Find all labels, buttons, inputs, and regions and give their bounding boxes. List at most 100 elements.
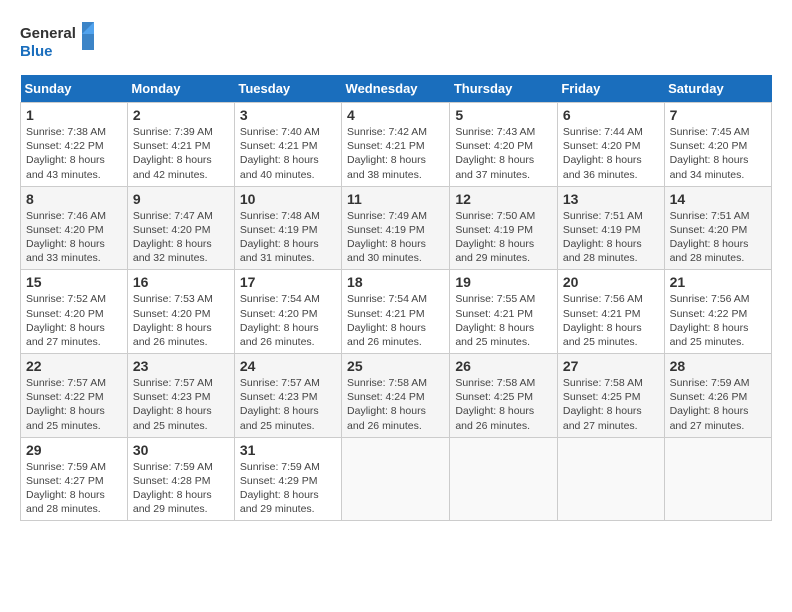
day-number: 13 xyxy=(563,191,659,207)
day-number: 8 xyxy=(26,191,122,207)
day-info: Sunrise: 7:56 AM Sunset: 4:22 PM Dayligh… xyxy=(670,292,766,349)
calendar-week-row: 15 Sunrise: 7:52 AM Sunset: 4:20 PM Dayli… xyxy=(21,270,772,354)
day-number: 28 xyxy=(670,358,766,374)
day-info: Sunrise: 7:57 AM Sunset: 4:23 PM Dayligh… xyxy=(133,376,229,433)
day-info: Sunrise: 7:51 AM Sunset: 4:20 PM Dayligh… xyxy=(670,209,766,266)
day-info: Sunrise: 7:48 AM Sunset: 4:19 PM Dayligh… xyxy=(240,209,336,266)
calendar-day-cell: 25Sunrise: 7:58 AM Sunset: 4:24 PM Dayli… xyxy=(342,354,450,438)
day-info: Sunrise: 7:58 AM Sunset: 4:25 PM Dayligh… xyxy=(455,376,552,433)
day-number: 11 xyxy=(347,191,444,207)
calendar-empty-cell xyxy=(450,437,558,521)
calendar-day-cell: 7 Sunrise: 7:45 AM Sunset: 4:20 PM Daylig… xyxy=(664,103,771,187)
calendar-day-cell: 29 Sunrise: 7:59 AM Sunset: 4:27 PM Dayli… xyxy=(21,437,128,521)
day-number: 26 xyxy=(455,358,552,374)
logo-svg: General Blue xyxy=(20,20,100,65)
calendar-table: SundayMondayTuesdayWednesdayThursdayFrid… xyxy=(20,75,772,521)
calendar-day-cell: 12 Sunrise: 7:50 AM Sunset: 4:19 PM Dayli… xyxy=(450,186,558,270)
calendar-body: 1Sunrise: 7:38 AM Sunset: 4:22 PM Daylig… xyxy=(21,103,772,521)
svg-text:General: General xyxy=(20,25,76,42)
day-info: Sunrise: 7:38 AM Sunset: 4:22 PM Dayligh… xyxy=(26,125,122,182)
day-info: Sunrise: 7:54 AM Sunset: 4:21 PM Dayligh… xyxy=(347,292,444,349)
calendar-day-cell: 10 Sunrise: 7:48 AM Sunset: 4:19 PM Dayli… xyxy=(234,186,341,270)
day-number: 5 xyxy=(455,107,552,123)
day-number: 2 xyxy=(133,107,229,123)
calendar-empty-cell xyxy=(557,437,664,521)
day-number: 29 xyxy=(26,442,122,458)
day-number: 22 xyxy=(26,358,122,374)
weekday-header-saturday: Saturday xyxy=(664,75,771,103)
day-number: 19 xyxy=(455,274,552,290)
calendar-empty-cell xyxy=(664,437,771,521)
calendar-day-cell: 11 Sunrise: 7:49 AM Sunset: 4:19 PM Dayli… xyxy=(342,186,450,270)
calendar-week-row: 1Sunrise: 7:38 AM Sunset: 4:22 PM Daylig… xyxy=(21,103,772,187)
calendar-empty-cell xyxy=(342,437,450,521)
day-info: Sunrise: 7:42 AM Sunset: 4:21 PM Dayligh… xyxy=(347,125,444,182)
day-number: 14 xyxy=(670,191,766,207)
weekday-header-monday: Monday xyxy=(127,75,234,103)
calendar-day-cell: 5 Sunrise: 7:43 AM Sunset: 4:20 PM Daylig… xyxy=(450,103,558,187)
day-info: Sunrise: 7:58 AM Sunset: 4:24 PM Dayligh… xyxy=(347,376,444,433)
svg-text:Blue: Blue xyxy=(20,43,53,60)
logo: General Blue xyxy=(20,20,100,65)
day-info: Sunrise: 7:49 AM Sunset: 4:19 PM Dayligh… xyxy=(347,209,444,266)
day-number: 6 xyxy=(563,107,659,123)
day-info: Sunrise: 7:50 AM Sunset: 4:19 PM Dayligh… xyxy=(455,209,552,266)
weekday-header-sunday: Sunday xyxy=(21,75,128,103)
calendar-day-cell: 30 Sunrise: 7:59 AM Sunset: 4:28 PM Dayli… xyxy=(127,437,234,521)
day-info: Sunrise: 7:53 AM Sunset: 4:20 PM Dayligh… xyxy=(133,292,229,349)
day-number: 18 xyxy=(347,274,444,290)
day-info: Sunrise: 7:47 AM Sunset: 4:20 PM Dayligh… xyxy=(133,209,229,266)
day-info: Sunrise: 7:57 AM Sunset: 4:23 PM Dayligh… xyxy=(240,376,336,433)
calendar-day-cell: 21 Sunrise: 7:56 AM Sunset: 4:22 PM Dayli… xyxy=(664,270,771,354)
day-number: 31 xyxy=(240,442,336,458)
weekday-header-friday: Friday xyxy=(557,75,664,103)
day-info: Sunrise: 7:54 AM Sunset: 4:20 PM Dayligh… xyxy=(240,292,336,349)
day-number: 30 xyxy=(133,442,229,458)
day-info: Sunrise: 7:52 AM Sunset: 4:20 PM Dayligh… xyxy=(26,292,122,349)
calendar-day-cell: 4 Sunrise: 7:42 AM Sunset: 4:21 PM Daylig… xyxy=(342,103,450,187)
calendar-day-cell: 8 Sunrise: 7:46 AM Sunset: 4:20 PM Daylig… xyxy=(21,186,128,270)
day-info: Sunrise: 7:55 AM Sunset: 4:21 PM Dayligh… xyxy=(455,292,552,349)
calendar-day-cell: 16Sunrise: 7:53 AM Sunset: 4:20 PM Dayli… xyxy=(127,270,234,354)
calendar-day-cell: 13Sunrise: 7:51 AM Sunset: 4:19 PM Dayli… xyxy=(557,186,664,270)
day-info: Sunrise: 7:57 AM Sunset: 4:22 PM Dayligh… xyxy=(26,376,122,433)
day-info: Sunrise: 7:43 AM Sunset: 4:20 PM Dayligh… xyxy=(455,125,552,182)
day-number: 12 xyxy=(455,191,552,207)
day-info: Sunrise: 7:59 AM Sunset: 4:28 PM Dayligh… xyxy=(133,460,229,517)
calendar-day-cell: 26 Sunrise: 7:58 AM Sunset: 4:25 PM Dayli… xyxy=(450,354,558,438)
day-number: 23 xyxy=(133,358,229,374)
calendar-day-cell: 22 Sunrise: 7:57 AM Sunset: 4:22 PM Dayli… xyxy=(21,354,128,438)
calendar-day-cell: 3Sunrise: 7:40 AM Sunset: 4:21 PM Daylig… xyxy=(234,103,341,187)
calendar-day-cell: 15 Sunrise: 7:52 AM Sunset: 4:20 PM Dayli… xyxy=(21,270,128,354)
calendar-day-cell: 2 Sunrise: 7:39 AM Sunset: 4:21 PM Daylig… xyxy=(127,103,234,187)
day-number: 4 xyxy=(347,107,444,123)
day-info: Sunrise: 7:46 AM Sunset: 4:20 PM Dayligh… xyxy=(26,209,122,266)
weekday-header-wednesday: Wednesday xyxy=(342,75,450,103)
day-number: 27 xyxy=(563,358,659,374)
calendar-day-cell: 6Sunrise: 7:44 AM Sunset: 4:20 PM Daylig… xyxy=(557,103,664,187)
day-number: 15 xyxy=(26,274,122,290)
calendar-day-cell: 23 Sunrise: 7:57 AM Sunset: 4:23 PM Dayli… xyxy=(127,354,234,438)
day-info: Sunrise: 7:45 AM Sunset: 4:20 PM Dayligh… xyxy=(670,125,766,182)
calendar-header-row: SundayMondayTuesdayWednesdayThursdayFrid… xyxy=(21,75,772,103)
calendar-day-cell: 20Sunrise: 7:56 AM Sunset: 4:21 PM Dayli… xyxy=(557,270,664,354)
calendar-day-cell: 14 Sunrise: 7:51 AM Sunset: 4:20 PM Dayli… xyxy=(664,186,771,270)
day-number: 7 xyxy=(670,107,766,123)
day-info: Sunrise: 7:40 AM Sunset: 4:21 PM Dayligh… xyxy=(240,125,336,182)
calendar-day-cell: 27Sunrise: 7:58 AM Sunset: 4:25 PM Dayli… xyxy=(557,354,664,438)
calendar-day-cell: 18 Sunrise: 7:54 AM Sunset: 4:21 PM Dayli… xyxy=(342,270,450,354)
day-number: 10 xyxy=(240,191,336,207)
calendar-day-cell: 17Sunrise: 7:54 AM Sunset: 4:20 PM Dayli… xyxy=(234,270,341,354)
calendar-day-cell: 28 Sunrise: 7:59 AM Sunset: 4:26 PM Dayli… xyxy=(664,354,771,438)
calendar-day-cell: 1Sunrise: 7:38 AM Sunset: 4:22 PM Daylig… xyxy=(21,103,128,187)
day-number: 20 xyxy=(563,274,659,290)
day-number: 24 xyxy=(240,358,336,374)
day-number: 21 xyxy=(670,274,766,290)
weekday-header-thursday: Thursday xyxy=(450,75,558,103)
page-header: General Blue xyxy=(20,20,772,65)
day-info: Sunrise: 7:59 AM Sunset: 4:27 PM Dayligh… xyxy=(26,460,122,517)
day-info: Sunrise: 7:39 AM Sunset: 4:21 PM Dayligh… xyxy=(133,125,229,182)
calendar-week-row: 22 Sunrise: 7:57 AM Sunset: 4:22 PM Dayli… xyxy=(21,354,772,438)
day-info: Sunrise: 7:59 AM Sunset: 4:29 PM Dayligh… xyxy=(240,460,336,517)
day-info: Sunrise: 7:59 AM Sunset: 4:26 PM Dayligh… xyxy=(670,376,766,433)
